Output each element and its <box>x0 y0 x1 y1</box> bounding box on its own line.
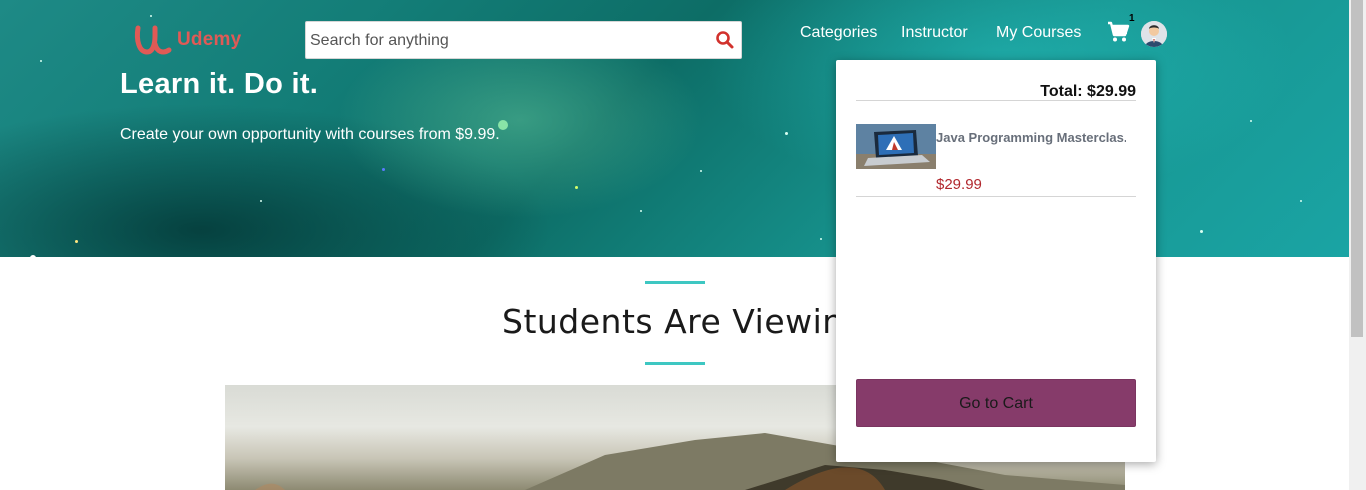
cart-item-title[interactable]: Java Programming Masterclas... <box>936 130 1126 145</box>
go-to-cart-button[interactable]: Go to Cart <box>856 379 1136 427</box>
logo-text: Udemy <box>177 29 242 50</box>
udemy-logo-icon <box>134 25 172 55</box>
page-scrollbar[interactable] <box>1349 0 1366 490</box>
cart-count-badge: 1 <box>1129 13 1135 24</box>
nav-categories[interactable]: Categories <box>800 22 877 44</box>
cart-divider <box>856 100 1136 101</box>
star <box>1300 200 1302 202</box>
cart-item-price: $29.99 <box>936 176 982 193</box>
hero-title: Learn it. Do it. <box>120 68 319 100</box>
cart-divider <box>856 196 1136 197</box>
avatar-icon <box>1141 21 1167 47</box>
star <box>785 132 788 135</box>
course-thumbnail[interactable] <box>856 124 936 169</box>
hero-subtitle: Create your own opportunity with courses… <box>120 126 500 143</box>
star <box>30 255 36 257</box>
star <box>382 168 385 171</box>
star <box>40 60 42 62</box>
star <box>75 240 78 243</box>
star <box>150 15 152 17</box>
cart-dropdown: Total: $29.99 Java Programming Mastercla… <box>836 60 1156 462</box>
search-input[interactable] <box>308 22 712 60</box>
udemy-logo[interactable]: Udemy <box>133 22 241 58</box>
cart-icon[interactable] <box>1106 20 1130 44</box>
star <box>1250 120 1252 122</box>
star <box>700 170 702 172</box>
search-icon[interactable] <box>715 30 735 50</box>
section-title: Students Are Viewing <box>502 302 866 341</box>
nav-my-courses[interactable]: My Courses <box>996 22 1081 44</box>
user-avatar[interactable] <box>1141 21 1167 47</box>
star <box>260 200 262 202</box>
section-divider-bottom <box>645 362 705 365</box>
nav-instructor[interactable]: Instructor <box>901 22 968 44</box>
search-bar <box>305 21 742 60</box>
cart-total: Total: $29.99 <box>1040 83 1136 100</box>
star <box>1200 230 1203 233</box>
laptop-image <box>856 124 936 169</box>
star <box>575 186 578 189</box>
section-divider-top <box>645 281 705 284</box>
scrollbar-thumb[interactable] <box>1351 0 1363 337</box>
star <box>820 238 822 240</box>
star <box>640 210 642 212</box>
